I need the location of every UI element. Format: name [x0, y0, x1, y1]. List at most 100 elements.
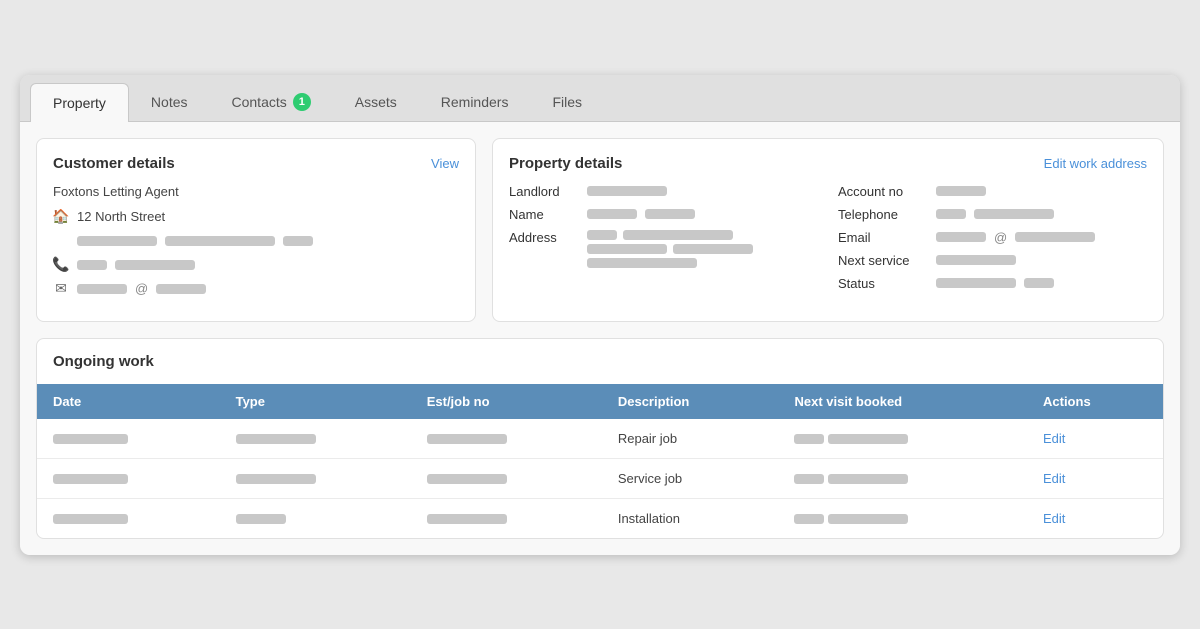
- col-next-visit: Next visit booked: [778, 384, 1027, 419]
- row1-description: Repair job: [602, 419, 779, 459]
- customer-card-header: Customer details View: [53, 155, 459, 172]
- address-bar3: [283, 236, 313, 246]
- edit-work-address-link[interactable]: Edit work address: [1044, 156, 1147, 171]
- work-table-head: Date Type Est/job no Description Next vi…: [37, 384, 1163, 419]
- row2-type: [220, 458, 411, 498]
- prop-name-row: Name: [509, 207, 818, 222]
- prop-status-val1: [936, 278, 1016, 288]
- address-bar1: [77, 236, 157, 246]
- row1-visit-bar1: [794, 434, 824, 444]
- row3-estjob: [411, 498, 602, 538]
- row3-type-bar: [236, 514, 286, 524]
- tab-notes-label: Notes: [151, 94, 188, 110]
- row3-date-bar: [53, 514, 128, 524]
- property-details-card: Property details Edit work address Landl…: [492, 138, 1164, 322]
- prop-landlord-val: [587, 186, 667, 196]
- app-window: Property Notes Contacts 1 Assets Reminde…: [20, 75, 1180, 555]
- tab-reminders-label: Reminders: [441, 94, 509, 110]
- prop-status-label: Status: [838, 276, 928, 291]
- table-row: Repair job Edit: [37, 419, 1163, 459]
- customer-view-link[interactable]: View: [431, 156, 459, 171]
- row3-type: [220, 498, 411, 538]
- row3-description: Installation: [602, 498, 779, 538]
- customer-phone-row: 📞: [53, 257, 459, 273]
- tab-contacts[interactable]: Contacts 1: [210, 83, 333, 121]
- prop-next-service-label: Next service: [838, 253, 928, 268]
- prop-email-bar1: [936, 232, 986, 242]
- addr-bar3: [587, 244, 667, 254]
- prop-address-label: Address: [509, 230, 579, 245]
- row2-edit-link[interactable]: Edit: [1043, 471, 1065, 486]
- cards-row: Customer details View Foxtons Letting Ag…: [36, 138, 1164, 322]
- work-table-body: Repair job Edit: [37, 419, 1163, 538]
- prop-telephone-row: Telephone: [838, 207, 1147, 222]
- tab-bar: Property Notes Contacts 1 Assets Reminde…: [20, 75, 1180, 122]
- tab-contacts-label: Contacts: [232, 94, 287, 110]
- tab-property[interactable]: Property: [30, 83, 129, 122]
- prop-name-val1: [587, 209, 637, 219]
- tab-property-label: Property: [53, 95, 106, 111]
- tab-files[interactable]: Files: [530, 83, 604, 121]
- property-card-header: Property details Edit work address: [509, 155, 1147, 172]
- table-row: Service job Edit: [37, 458, 1163, 498]
- row2-visit-bar1: [794, 474, 824, 484]
- work-table: Date Type Est/job no Description Next vi…: [37, 384, 1163, 538]
- col-actions: Actions: [1027, 384, 1163, 419]
- row1-date-bar: [53, 434, 128, 444]
- prop-telephone-label: Telephone: [838, 207, 928, 222]
- row1-estjob: [411, 419, 602, 459]
- email-bar1: [77, 284, 127, 294]
- tab-assets[interactable]: Assets: [333, 83, 419, 121]
- customer-address-line1: 12 North Street: [77, 209, 165, 224]
- address-bar2: [165, 236, 275, 246]
- tab-notes[interactable]: Notes: [129, 83, 210, 121]
- row3-estjob-bar: [427, 514, 507, 524]
- ongoing-work-title: Ongoing work: [37, 339, 1163, 384]
- addr-bar5: [587, 258, 697, 268]
- row3-visit-bar1: [794, 514, 824, 524]
- prop-next-service-row: Next service: [838, 253, 1147, 268]
- prop-status-val2: [1024, 278, 1054, 288]
- customer-address-row2: 🏠: [53, 233, 459, 249]
- property-grid: Landlord Name Address: [509, 184, 1147, 291]
- prop-landlord-row: Landlord: [509, 184, 818, 199]
- prop-account-val: [936, 186, 986, 196]
- contacts-badge: 1: [293, 93, 311, 111]
- phone-bar2: [115, 260, 195, 270]
- property-left-col: Landlord Name Address: [509, 184, 818, 291]
- prop-at-sign: @: [994, 230, 1007, 245]
- row2-description: Service job: [602, 458, 779, 498]
- row2-actions: Edit: [1027, 458, 1163, 498]
- tab-reminders[interactable]: Reminders: [419, 83, 531, 121]
- row1-edit-link[interactable]: Edit: [1043, 431, 1065, 446]
- customer-card-title: Customer details: [53, 155, 175, 172]
- col-description: Description: [602, 384, 779, 419]
- addr-bar2: [623, 230, 733, 240]
- prop-status-row: Status: [838, 276, 1147, 291]
- work-table-header-row: Date Type Est/job no Description Next vi…: [37, 384, 1163, 419]
- row2-date: [37, 458, 220, 498]
- ongoing-work-section: Ongoing work Date Type Est/job no Descri…: [36, 338, 1164, 539]
- row2-estjob: [411, 458, 602, 498]
- row2-visit-bar2: [828, 474, 908, 484]
- row1-visit-bar2: [828, 434, 908, 444]
- main-content: Customer details View Foxtons Letting Ag…: [20, 122, 1180, 555]
- row3-date: [37, 498, 220, 538]
- prop-account-label: Account no: [838, 184, 928, 199]
- email-icon: ✉: [53, 281, 69, 297]
- prop-address-values: [587, 230, 753, 268]
- prop-next-service-val: [936, 255, 1016, 265]
- prop-account-row: Account no: [838, 184, 1147, 199]
- tab-files-label: Files: [552, 94, 582, 110]
- email-bar2: [156, 284, 206, 294]
- row3-edit-link[interactable]: Edit: [1043, 511, 1065, 526]
- row2-type-bar: [236, 474, 316, 484]
- table-row: Installation Edit: [37, 498, 1163, 538]
- row1-next-visit: [778, 419, 1027, 459]
- row1-type-bar: [236, 434, 316, 444]
- phone-icon: 📞: [53, 257, 69, 273]
- row1-actions: Edit: [1027, 419, 1163, 459]
- customer-address-row: 🏠 12 North Street: [53, 209, 459, 225]
- customer-name: Foxtons Letting Agent: [53, 184, 459, 199]
- row3-next-visit: [778, 498, 1027, 538]
